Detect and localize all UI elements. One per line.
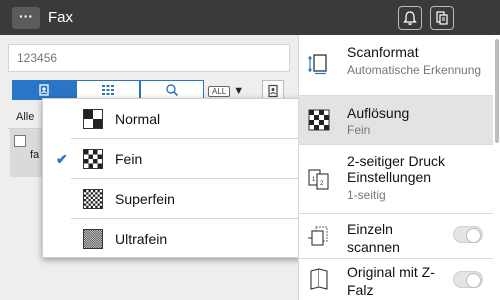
destination-input[interactable] <box>8 44 290 72</box>
z-fold-icon <box>310 268 328 290</box>
menu-item-label: Ultrafein <box>115 231 168 247</box>
search-icon <box>166 84 179 97</box>
filter-label: Alle <box>16 111 35 123</box>
address-book-icon <box>39 84 49 96</box>
bell-icon <box>403 11 417 25</box>
scan-size-icon <box>307 54 327 75</box>
duplex-icon: 1 2 <box>308 169 329 190</box>
setting-scan-size[interactable]: Scanformat Automatische Erkennung <box>299 35 493 95</box>
separate-scan-icon <box>308 226 328 246</box>
z-fold-toggle[interactable] <box>453 271 483 288</box>
setting-z-folded-original: Original mit Z-Falz <box>299 259 493 300</box>
chevron-down-icon: ▼ <box>233 85 245 97</box>
resolution-superfine-icon <box>83 189 103 209</box>
grid-icon <box>102 85 114 95</box>
setting-value: Fein <box>347 123 371 137</box>
resolution-fine-icon <box>308 109 330 131</box>
separate-scan-toggle[interactable] <box>453 226 483 243</box>
list-item-checkbox[interactable] <box>14 135 26 147</box>
resolution-normal-icon <box>83 109 103 129</box>
resolution-fine-icon <box>83 149 103 169</box>
setting-duplex[interactable]: 1 2 2-seitiger Druck Einstellungen 1-sei… <box>299 145 493 213</box>
setting-title: Auflösung <box>347 105 410 121</box>
menu-button[interactable]: ··· <box>12 7 40 29</box>
setting-value: 1-seitig <box>347 188 386 202</box>
resolution-ultrafine-icon <box>83 229 103 249</box>
job-list-button[interactable] <box>430 6 454 30</box>
setting-resolution[interactable]: Auflösung Fein <box>299 96 493 144</box>
address-card-icon <box>268 84 278 98</box>
address-tabs <box>12 80 204 100</box>
setting-value: Automatische Erkennung <box>347 63 482 77</box>
menu-item-superfein[interactable]: Superfein <box>43 179 301 219</box>
app-title: Fax <box>48 9 74 26</box>
setting-title: Scanformat <box>347 44 419 60</box>
settings-scrollbar[interactable] <box>495 39 499 143</box>
setting-title: 2-seitiger Druck Einstellungen <box>347 153 446 185</box>
tab-index[interactable] <box>76 80 140 100</box>
menu-item-fein[interactable]: ✔ Fein <box>43 139 301 179</box>
checkmark-icon: ✔ <box>56 150 68 167</box>
menu-item-ultrafein[interactable]: Ultrafein <box>43 219 301 259</box>
top-bar: ··· Fax <box>0 0 500 35</box>
resolution-dropdown-menu: Normal ✔ Fein Superfein Ultrafein <box>42 98 302 258</box>
menu-item-normal[interactable]: Normal <box>43 99 301 139</box>
tab-address-book[interactable] <box>12 80 76 100</box>
settings-panel: Scanformat Automatische Erkennung Auflös… <box>298 35 500 300</box>
list-item-label: fa <box>30 149 40 161</box>
all-badge: ALL <box>208 85 231 97</box>
tab-search[interactable] <box>140 80 204 100</box>
menu-item-label: Normal <box>115 111 161 127</box>
menu-item-label: Fein <box>115 151 143 167</box>
setting-separate-scan: Einzeln scannen <box>299 214 493 258</box>
notification-button[interactable] <box>398 6 422 30</box>
document-jobs-icon <box>436 11 448 25</box>
setting-title: Einzeln scannen <box>347 221 400 255</box>
setting-title: Original mit Z-Falz <box>347 264 435 298</box>
menu-item-label: Superfein <box>115 191 175 207</box>
